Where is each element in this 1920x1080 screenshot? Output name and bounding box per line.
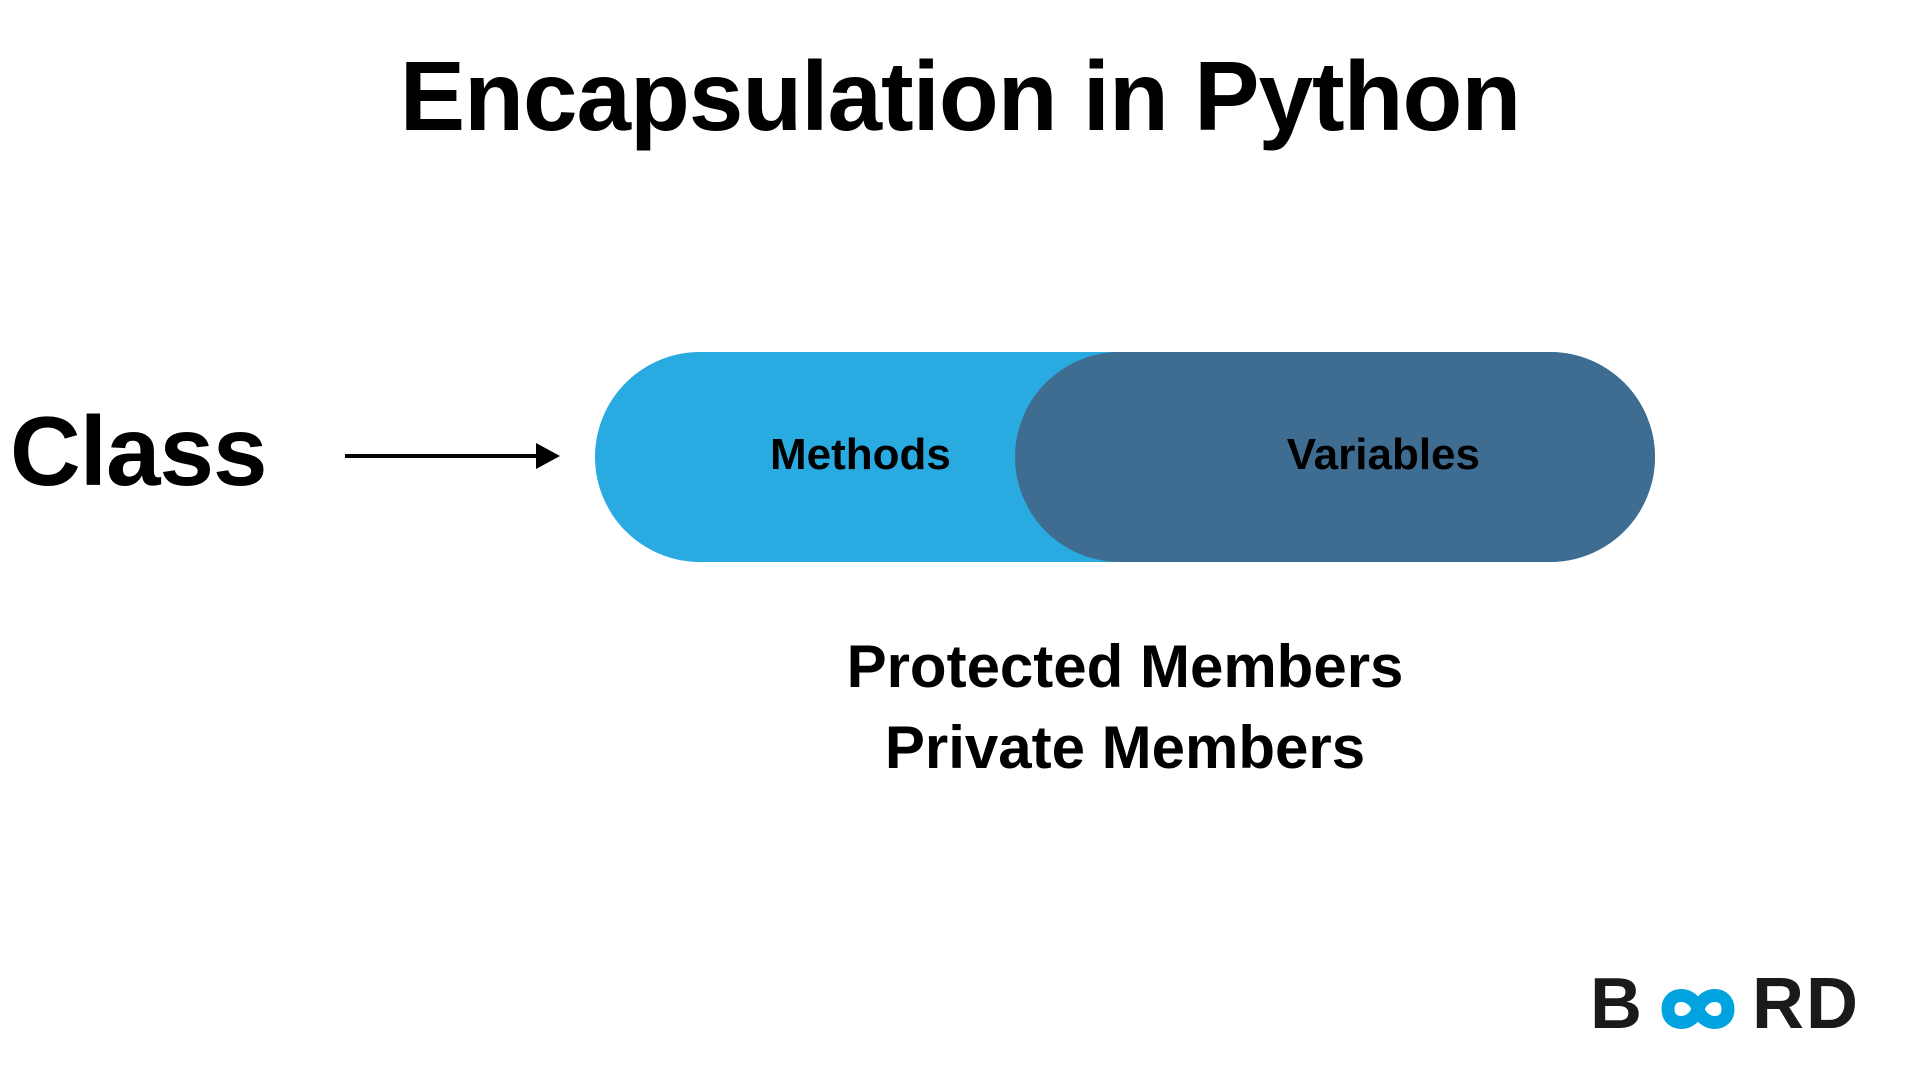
variables-label: Variables (1287, 430, 1480, 480)
protected-members-label: Protected Members (595, 626, 1655, 707)
infinity-icon (1638, 974, 1758, 1034)
class-label: Class (10, 395, 267, 508)
arrow-icon (345, 450, 560, 460)
methods-label: Methods (770, 430, 951, 480)
arrow-line (345, 454, 540, 458)
arrow-head (536, 443, 560, 469)
capsule-container: Methods Variables (595, 352, 1655, 562)
brand-logo: B RD (1590, 963, 1860, 1045)
logo-text-rd: RD (1752, 963, 1860, 1045)
page-title: Encapsulation in Python (0, 40, 1920, 153)
private-members-label: Private Members (595, 707, 1655, 788)
logo-text-b: B (1590, 963, 1644, 1045)
members-group: Protected Members Private Members (595, 626, 1655, 788)
